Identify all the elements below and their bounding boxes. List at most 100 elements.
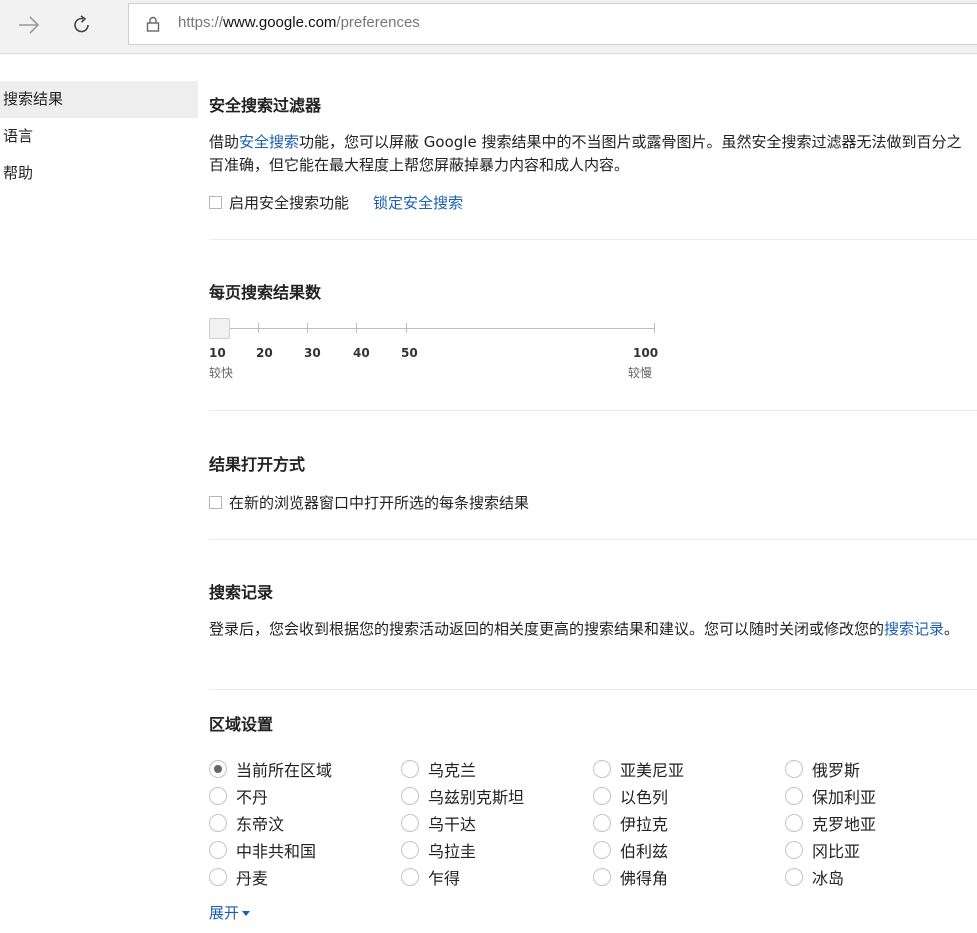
region-radio[interactable] bbox=[785, 840, 803, 859]
region-label: 冰岛 bbox=[812, 868, 845, 888]
region-radio[interactable] bbox=[593, 840, 611, 859]
region-radio[interactable] bbox=[785, 813, 803, 832]
region-radio[interactable] bbox=[785, 786, 803, 805]
section-divider bbox=[209, 239, 977, 240]
safesearch-desc-post: 功能，您可以屏蔽 Google 搜索结果中的不当图片或露骨图片。虽然安全搜索过滤… bbox=[209, 133, 962, 174]
lock-safesearch-link[interactable]: 锁定安全搜索 bbox=[373, 192, 463, 213]
region-option[interactable]: 以色列 bbox=[593, 782, 785, 809]
slider-tick-label: 50 bbox=[401, 346, 418, 360]
region-radio[interactable] bbox=[209, 786, 227, 805]
region-label: 伯利兹 bbox=[620, 841, 669, 861]
region-label: 乌克兰 bbox=[428, 760, 477, 780]
open-results-option: 在新的浏览器窗口中打开所选的每条搜索结果 bbox=[209, 492, 529, 513]
slider-tick bbox=[654, 323, 655, 333]
region-expand-link[interactable]: 展开 bbox=[209, 902, 251, 923]
slider-track bbox=[219, 328, 655, 329]
reload-icon bbox=[74, 15, 89, 33]
region-radio[interactable] bbox=[209, 840, 227, 859]
region-option[interactable]: 伊拉克 bbox=[593, 809, 785, 836]
slider-tick-label: 30 bbox=[304, 346, 321, 360]
region-option[interactable]: 乌干达 bbox=[401, 809, 593, 836]
section-divider bbox=[209, 410, 977, 411]
history-title: 搜索记录 bbox=[209, 583, 274, 602]
region-label: 亚美尼亚 bbox=[620, 760, 685, 780]
safesearch-link[interactable]: 安全搜索 bbox=[239, 133, 299, 151]
region-option[interactable]: 乌拉圭 bbox=[401, 836, 593, 863]
region-label: 佛得角 bbox=[620, 868, 669, 888]
region-option[interactable]: 佛得角 bbox=[593, 863, 785, 890]
safesearch-checkbox[interactable] bbox=[209, 196, 222, 209]
region-radio[interactable] bbox=[401, 840, 419, 859]
region-option[interactable]: 克罗地亚 bbox=[785, 809, 977, 836]
region-radio[interactable] bbox=[593, 759, 611, 778]
region-option[interactable]: 东帝汶 bbox=[209, 809, 401, 836]
slider-tick bbox=[356, 323, 357, 333]
open-new-window-label[interactable]: 在新的浏览器窗口中打开所选的每条搜索结果 bbox=[229, 492, 529, 513]
search-history-link[interactable]: 搜索记录 bbox=[884, 620, 944, 638]
region-option[interactable]: 亚美尼亚 bbox=[593, 755, 785, 782]
region-radio[interactable] bbox=[593, 867, 611, 886]
region-option[interactable]: 乌克兰 bbox=[401, 755, 593, 782]
region-label: 乌拉圭 bbox=[428, 841, 477, 861]
url-host: www.google.com bbox=[223, 14, 337, 31]
region-radio[interactable] bbox=[785, 759, 803, 778]
slider-tick-label: 10 bbox=[209, 346, 226, 360]
region-option[interactable]: 丹麦 bbox=[209, 863, 401, 890]
browser-toolbar: https://www.google.com/preferences bbox=[0, 0, 977, 54]
region-option[interactable]: 乍得 bbox=[401, 863, 593, 890]
region-radio[interactable] bbox=[401, 813, 419, 832]
section-divider bbox=[209, 539, 977, 540]
region-radio[interactable] bbox=[209, 867, 227, 886]
slider-thumb[interactable] bbox=[209, 318, 230, 339]
slider-min-label: 较快 bbox=[209, 366, 234, 380]
region-radio[interactable] bbox=[785, 867, 803, 886]
region-radio[interactable] bbox=[401, 786, 419, 805]
region-radio[interactable] bbox=[593, 786, 611, 805]
safesearch-checkbox-label[interactable]: 启用安全搜索功能 bbox=[229, 192, 349, 213]
region-label: 伊拉克 bbox=[620, 814, 669, 834]
safesearch-description: 借助安全搜索功能，您可以屏蔽 Google 搜索结果中的不当图片或露骨图片。虽然… bbox=[209, 131, 969, 177]
slider-tick bbox=[307, 323, 308, 333]
region-label: 俄罗斯 bbox=[812, 760, 861, 780]
region-option[interactable]: 不丹 bbox=[209, 782, 401, 809]
open-new-window-checkbox[interactable] bbox=[209, 496, 222, 509]
lock-icon bbox=[146, 16, 160, 32]
sidebar-item-languages[interactable]: 语言 bbox=[0, 118, 198, 155]
region-radio[interactable] bbox=[401, 867, 419, 886]
safesearch-title: 安全搜索过滤器 bbox=[209, 96, 322, 115]
region-expand-label: 展开 bbox=[209, 904, 240, 922]
region-option[interactable]: 保加利亚 bbox=[785, 782, 977, 809]
sidebar-item-help[interactable]: 帮助 bbox=[0, 155, 198, 192]
region-option[interactable]: 冰岛 bbox=[785, 863, 977, 890]
region-option[interactable]: 当前所在区域 bbox=[209, 755, 401, 782]
region-radio-group: 当前所在区域 乌克兰 亚美尼亚 俄罗斯 不丹 乌兹别克斯坦 以色列 保加利亚 东… bbox=[209, 755, 977, 890]
sidebar-item-search-results[interactable]: 搜索结果 bbox=[0, 81, 198, 118]
address-bar[interactable]: https://www.google.com/preferences bbox=[128, 3, 977, 45]
region-option[interactable]: 俄罗斯 bbox=[785, 755, 977, 782]
region-radio[interactable] bbox=[209, 813, 227, 832]
region-label: 克罗地亚 bbox=[812, 814, 877, 834]
slider-tick-label: 20 bbox=[256, 346, 273, 360]
region-radio[interactable] bbox=[593, 813, 611, 832]
region-label: 不丹 bbox=[236, 787, 269, 807]
history-desc-post: 。 bbox=[944, 620, 960, 638]
url-path: /preferences bbox=[336, 14, 420, 31]
region-option[interactable]: 中非共和国 bbox=[209, 836, 401, 863]
slider-tick bbox=[406, 323, 407, 333]
region-option[interactable]: 伯利兹 bbox=[593, 836, 785, 863]
region-label: 乌兹别克斯坦 bbox=[428, 787, 525, 807]
url-text[interactable]: https://www.google.com/preferences bbox=[178, 14, 420, 31]
region-radio[interactable] bbox=[401, 759, 419, 778]
region-label: 当前所在区域 bbox=[236, 760, 333, 780]
region-radio[interactable] bbox=[209, 759, 227, 778]
region-option[interactable]: 冈比亚 bbox=[785, 836, 977, 863]
region-label: 乌干达 bbox=[428, 814, 477, 834]
forward-button[interactable] bbox=[13, 9, 45, 41]
region-label: 丹麦 bbox=[236, 868, 269, 888]
reload-button[interactable] bbox=[66, 9, 98, 41]
region-option[interactable]: 乌兹别克斯坦 bbox=[401, 782, 593, 809]
sidebar-nav: 搜索结果 语言 帮助 bbox=[0, 81, 198, 192]
results-per-page-slider[interactable] bbox=[209, 318, 669, 348]
safesearch-option: 启用安全搜索功能 锁定安全搜索 bbox=[209, 192, 463, 213]
slider-tick-label: 100 bbox=[633, 346, 659, 360]
